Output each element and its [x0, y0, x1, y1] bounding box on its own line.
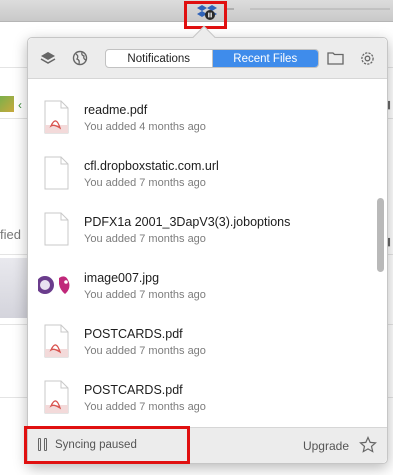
pdf-file-icon — [44, 380, 69, 414]
bg-back-arrow-icon: ‹ — [18, 98, 22, 112]
file-name: POSTCARDS.pdf — [84, 383, 183, 397]
tab-switcher: Notifications Recent Files — [105, 49, 319, 68]
list-scrollbar[interactable] — [377, 198, 384, 272]
popover-header: Notifications Recent Files — [28, 38, 387, 79]
file-meta: You added 7 months ago — [84, 289, 206, 301]
pdf-file-icon — [44, 100, 69, 134]
menubar-artifact — [250, 8, 390, 10]
recent-files-list[interactable]: readme.pdf You added 4 months ago cfl.dr… — [28, 80, 387, 428]
file-row[interactable]: POSTCARDS.pdf You added 7 months ago — [28, 374, 374, 428]
upgrade-link[interactable]: Upgrade — [303, 439, 349, 453]
pdf-file-icon — [44, 324, 69, 358]
file-meta: You added 7 months ago — [84, 401, 206, 413]
tab-recent-files[interactable]: Recent Files — [211, 50, 318, 67]
file-row[interactable]: cfl.dropboxstatic.com.url You added 7 mo… — [28, 150, 374, 206]
status-highlight-box — [24, 426, 190, 464]
bg-image-thumbnail — [0, 258, 28, 318]
file-row[interactable]: POSTCARDS.pdf You added 7 months ago — [28, 318, 374, 374]
dropbox-popover: Notifications Recent Files readme.pdf Yo… — [27, 37, 388, 464]
star-icon[interactable] — [359, 436, 377, 454]
file-row[interactable]: readme.pdf You added 4 months ago — [28, 94, 374, 150]
file-row[interactable]: PDFX1a 2001_3DapV3(3).joboptions You add… — [28, 206, 374, 262]
file-name: POSTCARDS.pdf — [84, 327, 183, 341]
file-meta: You added 7 months ago — [84, 345, 206, 357]
globe-icon[interactable] — [70, 48, 90, 68]
file-name: image007.jpg — [84, 271, 160, 285]
file-name: readme.pdf — [84, 103, 148, 117]
bg-thumbnail — [0, 96, 14, 112]
layers-icon[interactable] — [38, 48, 58, 68]
generic-file-icon — [44, 156, 69, 190]
image-thumbnail-icon — [38, 270, 71, 300]
bg-label: fied — [0, 227, 21, 242]
folder-icon[interactable] — [325, 48, 345, 68]
file-meta: You added 7 months ago — [84, 177, 206, 189]
file-row[interactable]: image007.jpg You added 7 months ago — [28, 262, 374, 318]
file-name: PDFX1a 2001_3DapV3(3).joboptions — [84, 215, 291, 229]
file-meta: You added 7 months ago — [84, 233, 206, 245]
tray-highlight-box — [184, 1, 227, 29]
file-name: cfl.dropboxstatic.com.url — [84, 159, 219, 173]
generic-file-icon — [44, 212, 69, 246]
file-meta: You added 4 months ago — [84, 121, 206, 133]
menubar-artifact — [226, 8, 234, 10]
gear-icon[interactable] — [357, 48, 377, 68]
tab-notifications[interactable]: Notifications — [106, 50, 212, 67]
